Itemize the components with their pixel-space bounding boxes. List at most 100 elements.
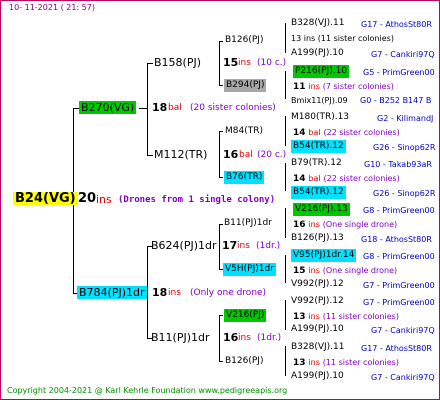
unit: ins bbox=[308, 266, 320, 275]
pedigree-page: 10- 11-2021 ( 21: 57) B24(VG) 20 ins (Dr… bbox=[0, 0, 440, 400]
gen2-note: (10 c.) bbox=[257, 58, 287, 68]
count: 16 bbox=[293, 220, 306, 230]
gen4-queen[interactable]: P216(PJ).10 bbox=[293, 65, 350, 78]
count: 14 bbox=[293, 128, 306, 138]
gen3-queen[interactable]: M84(TR) bbox=[225, 125, 263, 138]
gen3-queen[interactable]: B126(PJ) bbox=[225, 355, 263, 368]
gen4-info: G26 - Sinop62R bbox=[373, 143, 436, 152]
note: (One single drone) bbox=[322, 266, 398, 275]
connector-line bbox=[219, 131, 223, 132]
unit: ins bbox=[308, 220, 320, 229]
gen2-queen[interactable]: B624(PJ)1dr bbox=[151, 239, 217, 252]
connector-line bbox=[147, 63, 148, 155]
gen4-queen[interactable]: M180(TR).13 bbox=[291, 111, 349, 124]
count: 11 bbox=[293, 82, 306, 92]
gen4-queen[interactable]: B54(TR).12 bbox=[291, 186, 346, 199]
connector-line bbox=[219, 315, 223, 316]
gen4-queen[interactable]: B328(VJ).11 bbox=[291, 341, 345, 354]
connector-line bbox=[285, 23, 286, 53]
gen4-info: G0 - B252 B147 B bbox=[360, 96, 432, 105]
gen2-queen[interactable]: B11(PJ)1dr bbox=[151, 331, 210, 344]
copyright-footer: Copyright 2004-2021 @ Karl Kehrle Founda… bbox=[7, 386, 288, 395]
gen2-queen[interactable]: B158(PJ) bbox=[154, 56, 201, 69]
connector-line bbox=[285, 255, 286, 283]
connector-line bbox=[219, 224, 223, 225]
gen4-queen[interactable]: B328(VJ).11 bbox=[291, 17, 345, 30]
gen4-info: G7 - Cankiri97Q bbox=[371, 50, 435, 59]
gen3-count-line: 16 ins (One single drone) bbox=[293, 218, 397, 232]
gen3-count-line: 14 bal (22 sister colonies) bbox=[293, 126, 400, 140]
gen2-note: (1dr.) bbox=[257, 333, 282, 343]
gen3-queen[interactable]: V216(PJ) bbox=[224, 309, 267, 322]
gen3-queen[interactable]: B294(PJ) bbox=[224, 79, 267, 92]
gen4-queen[interactable]: A199(PJ).10 bbox=[291, 323, 344, 336]
note: (11 sister colonies) bbox=[322, 312, 399, 321]
gen2-count: 16 bbox=[223, 331, 239, 344]
gen2-unit: ins bbox=[238, 333, 251, 343]
gen3-count-line: 13 ins (11 sister colonies) bbox=[293, 356, 399, 370]
timestamp: 10- 11-2021 ( 21: 57) bbox=[9, 3, 95, 12]
note: (7 sister colonies) bbox=[322, 82, 394, 91]
connector-line bbox=[285, 71, 286, 99]
connector-line bbox=[285, 208, 286, 238]
gen4-queen[interactable]: B126(PJ).13 bbox=[291, 232, 344, 245]
gen4-info: G17 - AthosSt80R bbox=[361, 344, 432, 353]
unit: bal bbox=[308, 174, 321, 183]
root-note: (Drones from 1 single colony) bbox=[118, 195, 276, 205]
connector-line bbox=[139, 108, 147, 109]
gen3-queen[interactable]: V5H(PJ)1dr bbox=[223, 263, 276, 276]
connector-line bbox=[219, 131, 220, 177]
connector-line bbox=[219, 361, 223, 362]
gen4-queen[interactable]: Bmix11(PJ).09 bbox=[291, 94, 348, 107]
connector-line bbox=[219, 41, 220, 85]
gen1-unit: bal bbox=[168, 103, 182, 113]
connector-line bbox=[285, 346, 286, 376]
unit: bal bbox=[308, 128, 321, 137]
gen4-info: G8 - PrimGreen00 bbox=[363, 252, 435, 261]
gen3-count-line: 13 ins (11 sister colonies) bbox=[293, 310, 399, 324]
unit: ins bbox=[308, 312, 320, 321]
gen4-info: G2 - KilimandJ bbox=[377, 114, 434, 123]
root-unit: ins bbox=[96, 193, 112, 206]
gen3-queen[interactable]: B76(TR) bbox=[224, 171, 265, 184]
connector-line bbox=[219, 177, 223, 178]
connector-line bbox=[285, 300, 286, 330]
gen4-info: G7 - Cankiri97Q bbox=[371, 326, 435, 335]
gen4-queen[interactable]: V992(PJ).12 bbox=[291, 278, 344, 291]
gen2-queen[interactable]: M112(TR) bbox=[154, 148, 207, 161]
gen4-info: G5 - PrimGreen00 bbox=[363, 68, 435, 77]
connector-line bbox=[285, 163, 286, 191]
connector-line bbox=[219, 315, 220, 361]
gen4-queen[interactable]: V95(PJ)1dr.14 bbox=[291, 249, 357, 262]
gen2-unit: ins bbox=[237, 241, 250, 251]
unit: ins bbox=[308, 82, 320, 91]
unit: ins bbox=[308, 358, 320, 367]
gen4-info: G10 - Takab93aR bbox=[364, 160, 432, 169]
gen4-queen[interactable]: A199(PJ).10 bbox=[291, 47, 344, 60]
gen1-count: 18 bbox=[152, 101, 168, 114]
gen4-queen[interactable]: B79(TR).12 bbox=[291, 157, 342, 170]
root-count: 20 bbox=[78, 191, 97, 206]
gen2-note: (1dr.) bbox=[256, 241, 281, 251]
gen1-queen[interactable]: B784(PJ)1dr bbox=[77, 286, 147, 299]
gen1-queen[interactable]: B270(VG) bbox=[79, 101, 137, 114]
connector-line bbox=[219, 224, 220, 269]
gen4-queen[interactable]: B54(TR).12 bbox=[291, 140, 346, 153]
gen3-queen[interactable]: B11(PJ)1dr bbox=[224, 217, 272, 230]
gen4-info: G7 - PrimGreen00 bbox=[363, 281, 435, 290]
connector-line bbox=[147, 246, 148, 338]
gen4-queen[interactable]: A199(PJ).10 bbox=[291, 370, 344, 383]
connector-line bbox=[147, 63, 153, 64]
connector-line bbox=[219, 85, 223, 86]
gen4-queen[interactable]: V216(PJ).13 bbox=[293, 203, 350, 216]
gen4-info: G26 - Sinop62R bbox=[373, 189, 436, 198]
connector-line bbox=[285, 116, 286, 146]
note: (22 sister colonies) bbox=[323, 174, 400, 183]
gen1-unit: ins bbox=[168, 288, 181, 298]
root-queen[interactable]: B24(VG) bbox=[13, 192, 78, 205]
gen2-note: (20 c.) bbox=[257, 150, 287, 160]
connector-line bbox=[147, 155, 153, 156]
count: 13 bbox=[293, 358, 306, 368]
gen3-queen[interactable]: B126(PJ) bbox=[225, 34, 263, 47]
gen4-queen[interactable]: V992(PJ).12 bbox=[291, 295, 344, 308]
